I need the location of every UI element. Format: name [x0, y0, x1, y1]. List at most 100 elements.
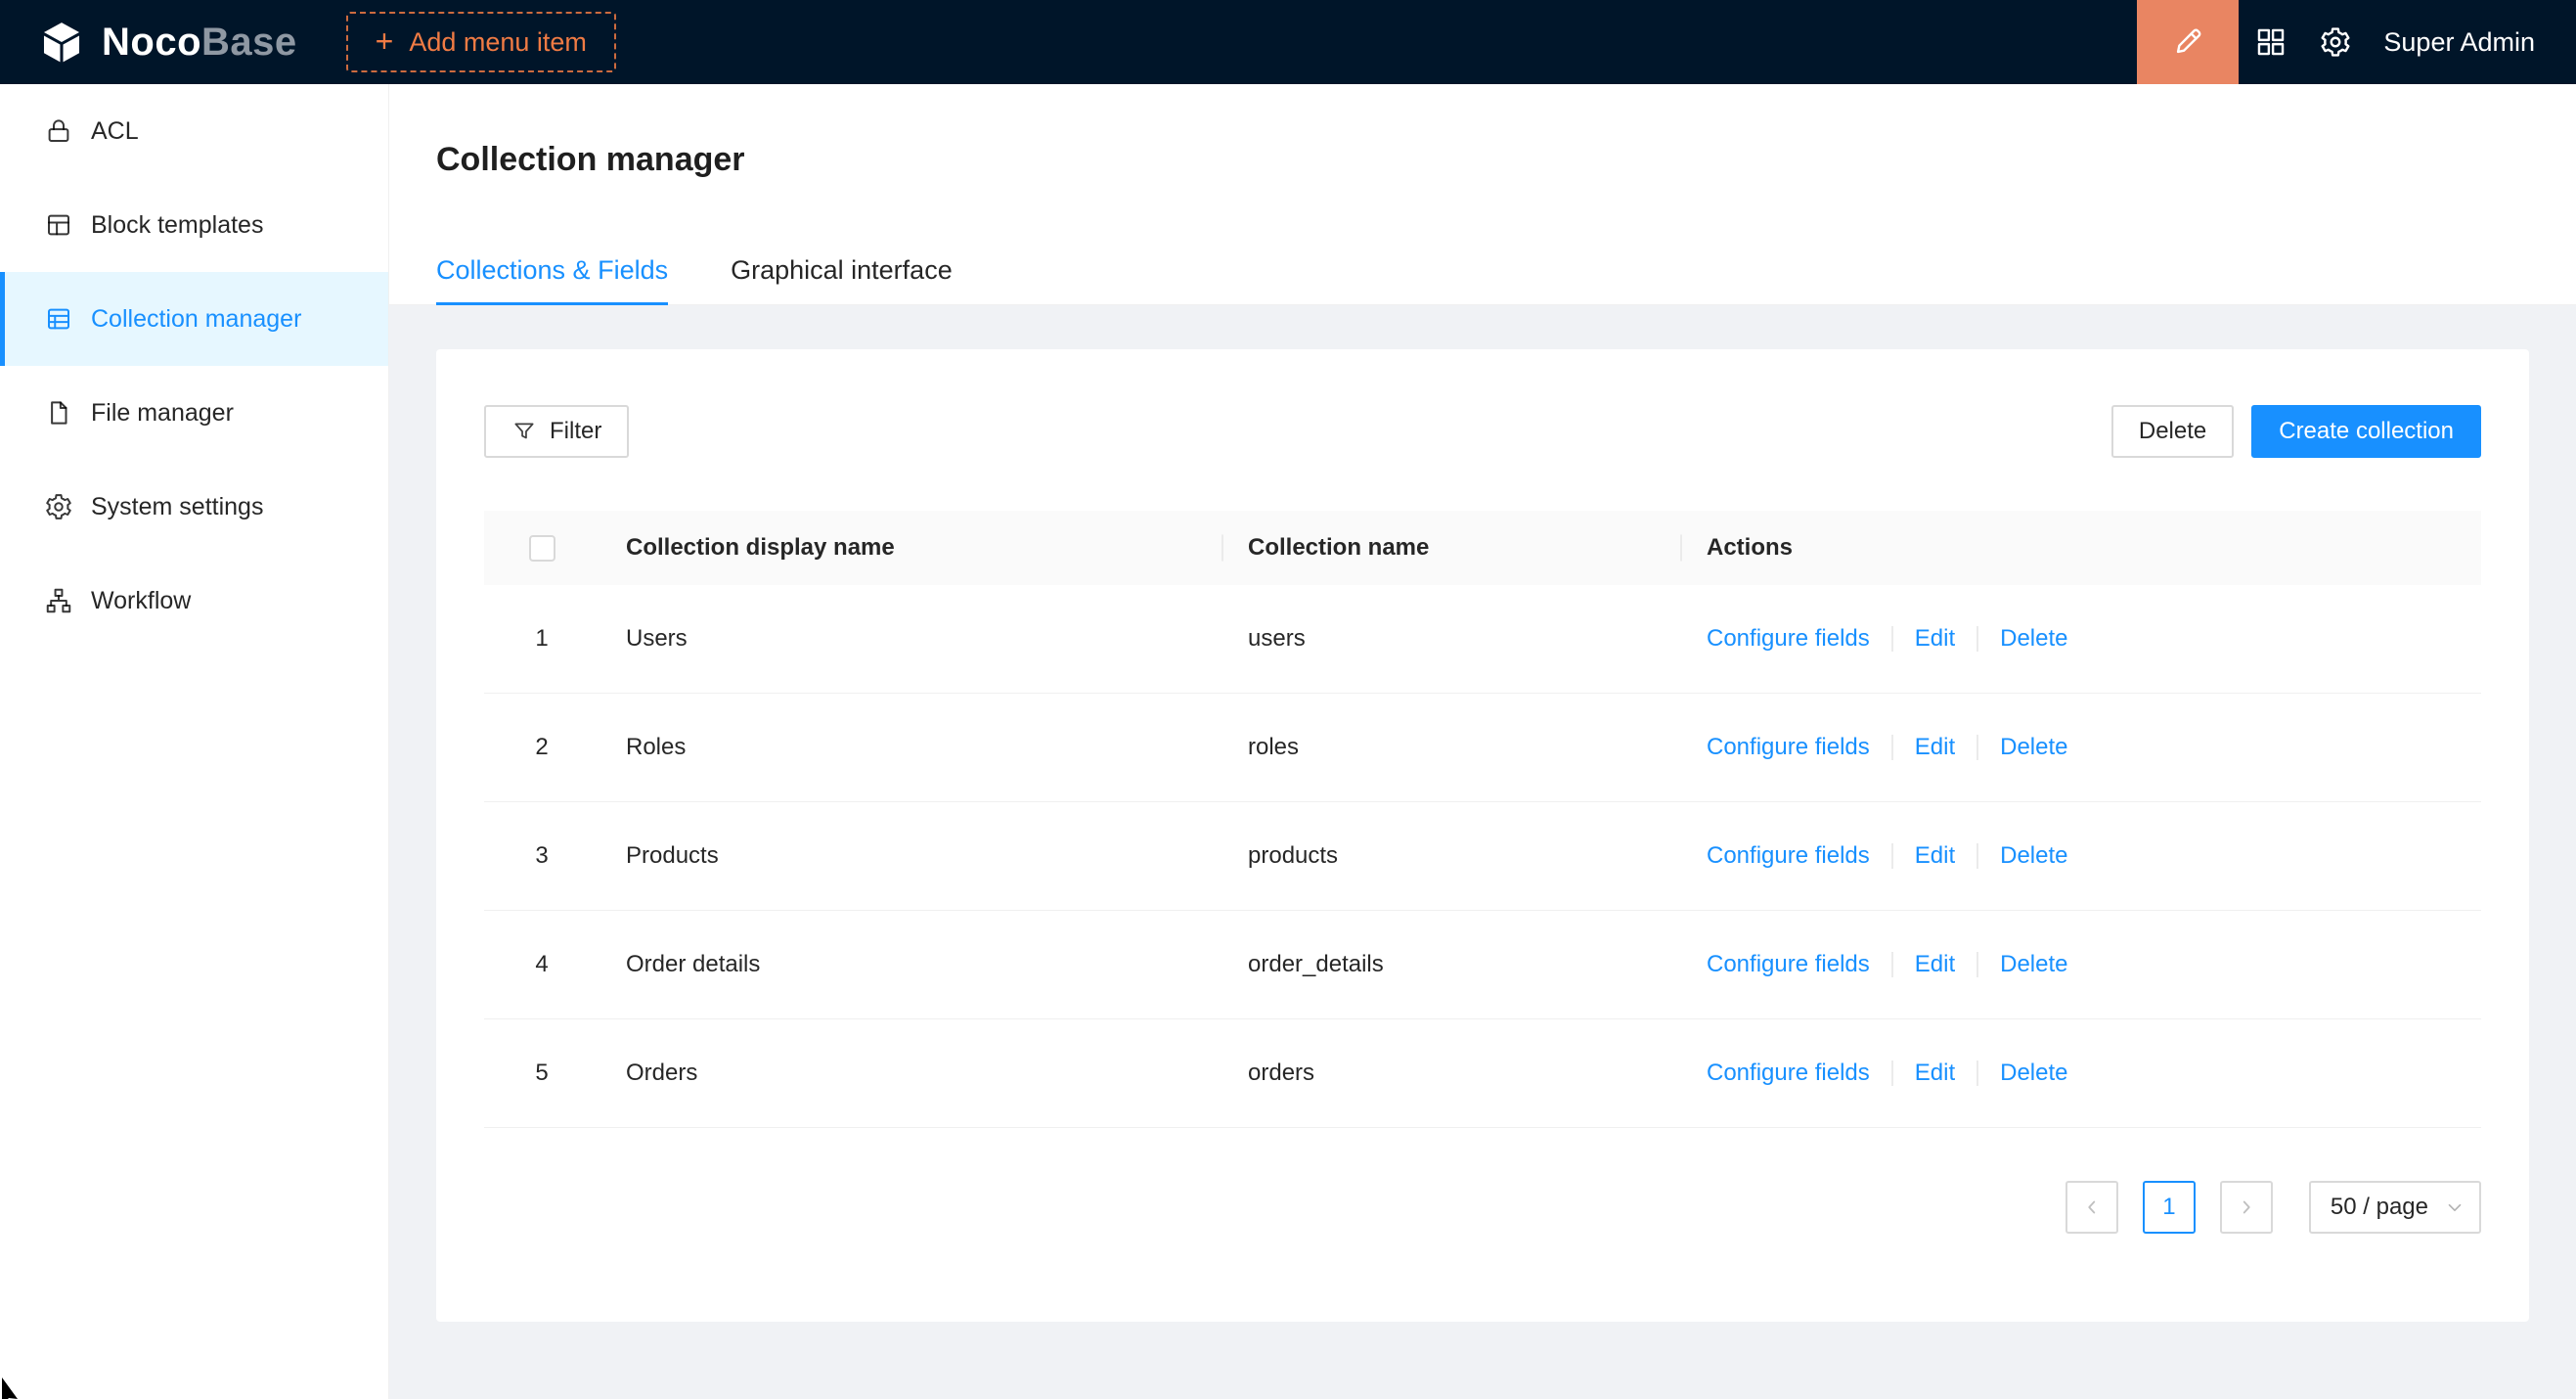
next-page-button[interactable] [2220, 1181, 2273, 1234]
content-area: Filter Delete Create collection Collecti… [389, 305, 2576, 1399]
settings-sidebar: ACL Block templates Collection manager F… [0, 84, 389, 1399]
gear-icon [44, 492, 73, 521]
action-divider [1976, 952, 1978, 977]
header-actions: Super Admin [2137, 0, 2576, 84]
delete-button[interactable]: Delete [2111, 405, 2234, 458]
row-index: 2 [535, 734, 548, 761]
cell-actions: Configure fields Edit Delete [1680, 734, 2481, 761]
chevron-down-icon [2444, 1196, 2465, 1218]
action-divider [1976, 626, 1978, 652]
grid-icon [2254, 25, 2287, 59]
cell-display-name: Users [600, 625, 1221, 653]
cell-display-name: Orders [600, 1060, 1221, 1087]
sidebar-item-file-manager[interactable]: File manager [0, 366, 388, 460]
cell-display-name: Order details [600, 951, 1221, 978]
edit-link[interactable]: Edit [1915, 951, 1955, 978]
delete-link[interactable]: Delete [2000, 842, 2067, 870]
filter-button[interactable]: Filter [484, 405, 629, 458]
page-1-button[interactable]: 1 [2143, 1181, 2196, 1234]
sidebar-item-label: Block templates [91, 211, 263, 240]
plugin-manager-button[interactable] [2239, 0, 2303, 84]
action-divider [1976, 1061, 1978, 1086]
table-row: 2 Roles roles Configure fields Edit Dele… [484, 694, 2481, 802]
action-divider [1891, 1061, 1893, 1086]
column-header-actions: Actions [1680, 534, 2481, 562]
chevron-left-icon [2081, 1196, 2103, 1218]
table-row: 3 Products products Configure fields Edi… [484, 802, 2481, 911]
tab-graphical-interface[interactable]: Graphical interface [731, 254, 953, 304]
page-title: Collection manager [436, 140, 2529, 179]
delete-link[interactable]: Delete [2000, 625, 2067, 653]
cell-display-name: Products [600, 842, 1221, 870]
delete-link[interactable]: Delete [2000, 1060, 2067, 1087]
tab-label: Graphical interface [731, 255, 953, 285]
edit-link[interactable]: Edit [1915, 734, 1955, 761]
plus-icon: + [376, 25, 394, 57]
create-collection-button[interactable]: Create collection [2251, 405, 2481, 458]
row-index: 5 [535, 1060, 548, 1087]
page-size-select[interactable]: 50 / page [2309, 1181, 2481, 1234]
brand-name-light: Base [201, 21, 297, 64]
ui-editor-button[interactable] [2137, 0, 2239, 84]
add-menu-item-button[interactable]: + Add menu item [346, 12, 616, 72]
cell-collection-name: roles [1221, 734, 1680, 761]
action-divider [1891, 952, 1893, 977]
filter-label: Filter [550, 418, 601, 445]
file-icon [44, 398, 73, 428]
brand-name: NocoBase [102, 21, 297, 65]
sidebar-item-block-templates[interactable]: Block templates [0, 178, 388, 272]
card-toolbar: Filter Delete Create collection [484, 405, 2481, 458]
sidebar-item-acl[interactable]: ACL [0, 84, 388, 178]
sidebar-item-workflow[interactable]: Workflow [0, 554, 388, 648]
edit-link[interactable]: Edit [1915, 625, 1955, 653]
chevron-right-icon [2236, 1196, 2257, 1218]
settings-button[interactable] [2303, 0, 2368, 84]
page-head: Collection manager Collections & Fields … [389, 84, 2576, 305]
row-index: 4 [535, 951, 548, 978]
table-row: 4 Order details order_details Configure … [484, 911, 2481, 1019]
table-row: 1 Users users Configure fields Edit Dele… [484, 585, 2481, 694]
cell-collection-name: users [1221, 625, 1680, 653]
tab-bar: Collections & Fields Graphical interface [436, 254, 2529, 304]
row-index: 3 [535, 842, 548, 870]
cell-collection-name: products [1221, 842, 1680, 870]
prev-page-button[interactable] [2065, 1181, 2118, 1234]
sidebar-item-system-settings[interactable]: System settings [0, 460, 388, 554]
cell-collection-name: orders [1221, 1060, 1680, 1087]
brand-name-bold: Noco [102, 21, 201, 64]
delete-link[interactable]: Delete [2000, 951, 2067, 978]
edit-link[interactable]: Edit [1915, 1060, 1955, 1087]
sidebar-item-label: System settings [91, 493, 263, 521]
select-all-checkbox[interactable] [529, 535, 555, 562]
highlighter-icon [2171, 25, 2204, 59]
cell-display-name: Roles [600, 734, 1221, 761]
add-menu-item-label: Add menu item [409, 27, 587, 58]
tab-label: Collections & Fields [436, 255, 668, 285]
sidebar-item-label: ACL [91, 117, 139, 146]
configure-fields-link[interactable]: Configure fields [1707, 625, 1870, 653]
current-user-menu[interactable]: Super Admin [2383, 27, 2535, 58]
edit-link[interactable]: Edit [1915, 842, 1955, 870]
layout-icon [44, 210, 73, 240]
cell-actions: Configure fields Edit Delete [1680, 1060, 2481, 1087]
collection-icon [44, 304, 73, 334]
top-header: NocoBase + Add menu item Super A [0, 0, 2576, 84]
delete-link[interactable]: Delete [2000, 734, 2067, 761]
configure-fields-link[interactable]: Configure fields [1707, 1060, 1870, 1087]
sidebar-item-label: Workflow [91, 587, 191, 615]
configure-fields-link[interactable]: Configure fields [1707, 842, 1870, 870]
sidebar-item-collection-manager[interactable]: Collection manager [0, 272, 388, 366]
tab-collections-fields[interactable]: Collections & Fields [436, 254, 668, 304]
gear-icon [2319, 25, 2352, 59]
configure-fields-link[interactable]: Configure fields [1707, 734, 1870, 761]
workflow-icon [44, 586, 73, 615]
row-index: 1 [535, 625, 548, 653]
table-header-row: Collection display name Collection name … [484, 511, 2481, 585]
configure-fields-link[interactable]: Configure fields [1707, 951, 1870, 978]
table-row: 5 Orders orders Configure fields Edit De… [484, 1019, 2481, 1128]
sidebar-item-label: Collection manager [91, 305, 301, 334]
cell-actions: Configure fields Edit Delete [1680, 842, 2481, 870]
action-divider [1976, 735, 1978, 760]
pagination: 1 50 / page [484, 1181, 2481, 1234]
main-panel: Collection manager Collections & Fields … [389, 84, 2576, 1399]
